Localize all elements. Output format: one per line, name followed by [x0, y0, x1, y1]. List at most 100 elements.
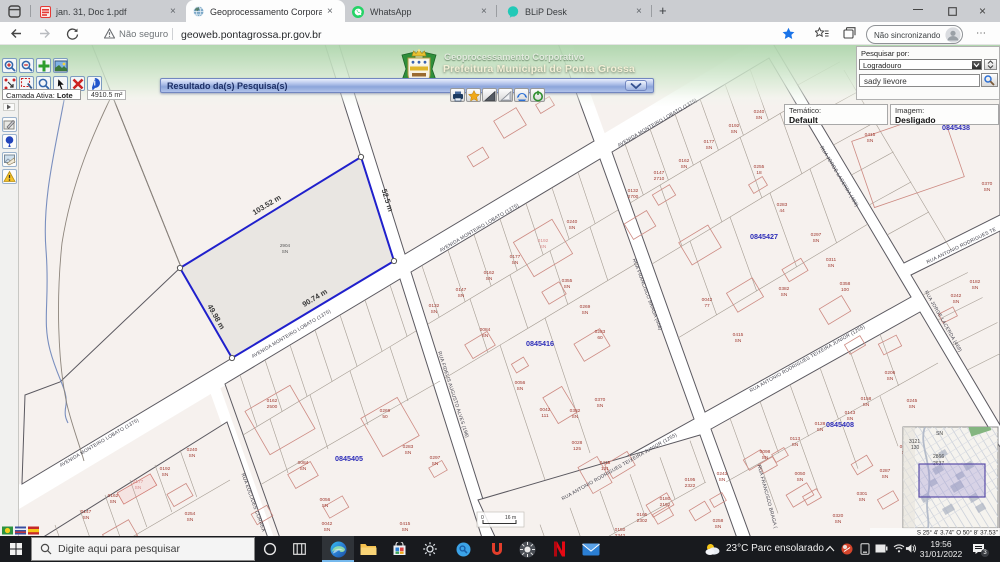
svg-text:0845416: 0845416 — [526, 339, 554, 348]
svg-text:2500: 2500 — [267, 404, 278, 410]
svg-text:SN: SN — [835, 519, 842, 525]
svg-text:i: i — [94, 79, 96, 88]
svg-text:0180: 0180 — [660, 496, 671, 502]
svg-text:SN: SN — [936, 431, 943, 437]
svg-text:0177: 0177 — [704, 139, 715, 145]
svg-text:0162: 0162 — [679, 158, 690, 164]
svg-text:SN: SN — [432, 461, 439, 467]
svg-text:SN: SN — [431, 309, 438, 315]
svg-text:16 m: 16 m — [505, 515, 516, 521]
svg-text:0382: 0382 — [570, 408, 581, 414]
svg-text:SN: SN — [706, 145, 713, 151]
svg-text:SN: SN — [817, 427, 824, 433]
svg-text:0113: 0113 — [790, 436, 801, 442]
svg-text:SN: SN — [797, 477, 804, 483]
svg-text:SN: SN — [719, 477, 726, 483]
svg-text:0206: 0206 — [885, 370, 896, 376]
svg-text:0195: 0195 — [685, 477, 696, 483]
svg-text:0192: 0192 — [160, 466, 171, 472]
svg-text:SN: SN — [681, 164, 688, 170]
svg-text:0192: 0192 — [729, 123, 740, 129]
svg-text:2700: 2700 — [628, 194, 639, 200]
svg-text:SN: SN — [792, 442, 799, 448]
svg-text:0042: 0042 — [702, 297, 713, 303]
svg-text:18: 18 — [756, 170, 762, 176]
svg-text:SN: SN — [135, 485, 142, 491]
svg-text:131: 131 — [601, 466, 609, 472]
svg-text:0042: 0042 — [540, 407, 551, 413]
svg-text:SN: SN — [569, 225, 576, 231]
svg-text:50: 50 — [382, 414, 388, 420]
svg-text:SN: SN — [756, 115, 763, 121]
svg-text:0177: 0177 — [510, 254, 521, 260]
svg-text:SN: SN — [540, 244, 547, 250]
svg-text:0415: 0415 — [865, 132, 876, 138]
svg-text:2322: 2322 — [685, 483, 696, 489]
svg-text:0192: 0192 — [538, 238, 549, 244]
svg-text:100: 100 — [841, 287, 849, 293]
svg-text:SN: SN — [83, 515, 90, 521]
svg-text:125: 125 — [573, 446, 581, 452]
svg-text:0147: 0147 — [456, 287, 467, 293]
svg-text:0162: 0162 — [108, 493, 119, 499]
svg-text:SN: SN — [582, 310, 589, 316]
svg-text:0150: 0150 — [615, 527, 626, 533]
svg-text:0240: 0240 — [754, 109, 765, 115]
svg-text:2192: 2192 — [660, 502, 671, 508]
svg-text:0845405: 0845405 — [335, 454, 363, 463]
svg-text:0177: 0177 — [133, 479, 144, 485]
svg-text:0269: 0269 — [380, 408, 391, 414]
svg-text:SN: SN — [405, 450, 412, 456]
svg-text:SN: SN — [482, 333, 489, 339]
svg-text:0158: 0158 — [861, 396, 872, 402]
svg-text:0242: 0242 — [951, 293, 962, 299]
svg-text:0084: 0084 — [298, 460, 309, 466]
svg-text:0042: 0042 — [322, 521, 333, 527]
svg-text:0355: 0355 — [562, 278, 573, 284]
svg-text:0056: 0056 — [320, 497, 331, 503]
svg-text:0182: 0182 — [970, 279, 981, 285]
svg-text:SN: SN — [731, 129, 738, 135]
svg-text:0098: 0098 — [760, 449, 771, 455]
svg-text:SN: SN — [882, 474, 889, 480]
svg-text:0147: 0147 — [81, 509, 92, 515]
svg-text:0128: 0128 — [815, 421, 826, 427]
svg-text:SN: SN — [282, 249, 288, 254]
svg-text:SN: SN — [189, 453, 196, 459]
svg-text:SN: SN — [781, 292, 788, 298]
svg-text:0358: 0358 — [840, 281, 851, 287]
svg-text:130: 130 — [911, 445, 920, 451]
svg-text:SN: SN — [300, 466, 307, 472]
svg-text:SN: SN — [863, 402, 870, 408]
svg-text:0056: 0056 — [515, 380, 526, 386]
svg-text:0287: 0287 — [880, 468, 891, 474]
svg-text:0415: 0415 — [400, 521, 411, 527]
svg-text:SN: SN — [813, 238, 820, 244]
svg-text:0165: 0165 — [637, 512, 648, 518]
svg-text:SN: SN — [572, 414, 579, 420]
svg-text:SN: SN — [512, 260, 519, 266]
svg-text:0297: 0297 — [811, 232, 822, 238]
svg-text:SN: SN — [564, 284, 571, 290]
svg-text:0028: 0028 — [572, 440, 583, 446]
svg-text:SN: SN — [867, 138, 874, 144]
svg-text:0143: 0143 — [845, 410, 856, 416]
svg-text:SN: SN — [458, 293, 465, 299]
svg-text:SN: SN — [597, 403, 604, 409]
svg-text:SN: SN — [887, 376, 894, 382]
svg-text:0269: 0269 — [580, 304, 591, 310]
svg-text:0255: 0255 — [754, 164, 765, 170]
svg-text:2904: 2904 — [280, 243, 291, 248]
svg-text:2866: 2866 — [933, 454, 944, 460]
svg-text:0415: 0415 — [733, 332, 744, 338]
svg-text:0311: 0311 — [826, 257, 837, 263]
svg-text:SN: SN — [162, 472, 169, 478]
svg-text:0415: 0415 — [600, 460, 611, 466]
svg-text:SN: SN — [735, 338, 742, 344]
svg-text:SN: SN — [762, 455, 769, 461]
svg-text:SN: SN — [715, 524, 722, 530]
svg-text:SN: SN — [322, 503, 329, 509]
svg-text:SN: SN — [984, 187, 991, 193]
svg-text:0370: 0370 — [595, 397, 606, 403]
svg-text:0243: 0243 — [717, 471, 728, 477]
